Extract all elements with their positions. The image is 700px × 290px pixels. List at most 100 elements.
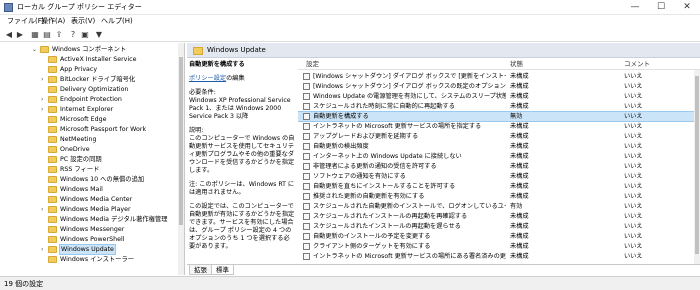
setting-comment: いいえ (624, 73, 643, 80)
chevron-right-icon[interactable]: › (41, 245, 43, 254)
setting-state: 未構成 (510, 103, 529, 110)
table-row[interactable]: 自動更新のインストールの予定を変更する 未構成 いいえ (298, 232, 694, 241)
table-row[interactable]: Windows Update の電源管理を有効にして、システムのスリープ状態を自… (298, 92, 694, 101)
tree-item-label: Windows Mail (60, 186, 103, 193)
edit-policy-link[interactable]: ポリシー設定 (189, 75, 226, 82)
setting-comment: いいえ (624, 93, 643, 100)
folder-icon (48, 246, 57, 253)
setting-comment: いいえ (624, 223, 643, 230)
table-row[interactable]: 自動更新の検出頻度 未構成 いいえ (298, 142, 694, 151)
chevron-right-icon[interactable]: › (41, 95, 43, 104)
tree-item-label: Endpoint Protection (60, 96, 122, 103)
filter-icon[interactable]: ▼ (94, 30, 104, 40)
setting-name: スケジュールされた時刻に常に自動的に再起動する (313, 103, 455, 110)
tree-item-label: Windows PowerShell (60, 236, 125, 243)
policy-setting-icon (303, 143, 310, 150)
edit-policy-suffix: の編集 (226, 75, 245, 82)
requirements-text: Windows XP Professional Service Pack 1、ま… (189, 97, 291, 120)
toolbar: ◀ ▶ ▦ ▤ ⇪ ? ▣ ▼ (0, 28, 700, 42)
column-header-setting[interactable]: 設定 (306, 58, 319, 70)
policy-setting-icon (303, 123, 310, 130)
tab-standard[interactable]: 標準 (211, 265, 234, 275)
setting-state: 未構成 (510, 173, 529, 180)
tree-item-label: NetMeeting (60, 136, 97, 143)
window-title: ローカル グループ ポリシー エディター (17, 3, 142, 11)
table-row[interactable]: クライアント側のターゲットを有効にする 未構成 いいえ (298, 242, 694, 251)
requirements-label: 必要条件: (189, 89, 216, 96)
scrollbar-thumb[interactable] (179, 57, 183, 225)
tree-scrollbar[interactable] (178, 43, 184, 275)
setting-state: 未構成 (510, 193, 529, 200)
table-row[interactable]: [Windows シャットダウン] ダイアログ ボックスの既定のオプションを [… (298, 82, 694, 91)
folder-icon (48, 116, 57, 123)
minimize-button[interactable]: — (622, 0, 648, 14)
properties-icon[interactable]: ▣ (80, 30, 90, 40)
setting-state: 未構成 (510, 223, 529, 230)
table-row[interactable]: 推奨された更新の自動更新を有効にする 未構成 いいえ (298, 192, 694, 201)
table-row-selected[interactable]: 自動更新を構成する 無効 いいえ (298, 111, 695, 122)
chevron-right-icon[interactable]: › (41, 205, 43, 214)
setting-state: 未構成 (510, 253, 529, 260)
table-row[interactable]: イントラネットの Microsoft 更新サービスの場所を指定する 未構成 いいえ (298, 122, 694, 131)
tree-item-label: Delivery Optimization (60, 86, 129, 93)
export-icon[interactable]: ⇪ (54, 30, 64, 40)
setting-name: 自動更新の検出頻度 (313, 143, 369, 150)
back-icon[interactable]: ◀ (4, 30, 14, 40)
menu-help[interactable]: ヘルプ(H) (98, 16, 136, 27)
table-row[interactable]: インターネット上の Windows Update に接続しない 未構成 いいえ (298, 152, 694, 161)
tree-item-label: Internet Explorer (60, 106, 114, 113)
tree-item-label: OneDrive (60, 146, 90, 153)
policy-setting-icon (303, 233, 310, 240)
table-row[interactable]: 自動更新を直ちにインストールすることを許可する 未構成 いいえ (298, 182, 694, 191)
folder-icon (48, 176, 57, 183)
chevron-right-icon[interactable]: › (41, 75, 43, 84)
policy-setting-icon (303, 193, 310, 200)
setting-name: イントラネットの Microsoft 更新サービスの場所にある署名済みの更新を許… (313, 253, 506, 260)
table-row[interactable]: スケジュールされた自動更新のインストールで、ログオンしているユーザーがいる場合に… (298, 202, 694, 211)
tree-item-label: Windows Messenger (60, 226, 125, 233)
table-row[interactable]: 非管理者による更新の通知の受信を許可する 未構成 いいえ (298, 162, 694, 171)
setting-name: Windows Update の電源管理を有効にして、システムのスリープ状態を自… (313, 93, 506, 100)
policy-setting-icon (303, 153, 310, 160)
table-row[interactable]: [Windows シャットダウン] ダイアログ ボックスで [更新をインストール… (298, 72, 694, 81)
list-icon[interactable]: ▤ (42, 30, 52, 40)
table-row[interactable]: ソフトウェアの通知を有効にする 未構成 いいえ (298, 172, 694, 181)
column-header-state[interactable]: 状態 (510, 58, 523, 70)
table-row[interactable]: スケジュールされた時刻に常に自動的に再起動する 未構成 いいえ (298, 102, 694, 111)
menu-view[interactable]: 表示(V) (68, 16, 98, 27)
folder-icon (48, 56, 57, 63)
setting-comment: いいえ (624, 253, 643, 260)
table-row[interactable]: スケジュールされたインストールの再起動を遅らせる 未構成 いいえ (298, 222, 694, 231)
policy-title: 自動更新を構成する (189, 61, 245, 68)
menu-action[interactable]: 操作(A) (38, 16, 68, 27)
folder-icon (48, 146, 57, 153)
tab-extended[interactable]: 拡張 (189, 265, 212, 275)
setting-state: 未構成 (510, 243, 529, 250)
folder-icon (40, 46, 49, 53)
forward-icon[interactable]: ▶ (15, 30, 25, 40)
setting-comment: いいえ (624, 173, 643, 180)
tree-item-label: Microsoft Edge (60, 116, 107, 123)
setting-name: イントラネットの Microsoft 更新サービスの場所を指定する (313, 123, 482, 130)
setting-name: クライアント側のターゲットを有効にする (313, 243, 431, 250)
scrollbar-thumb[interactable] (695, 76, 699, 254)
column-header-comment[interactable]: コメント (624, 58, 650, 70)
settings-list: 設定 状態 コメント [Windows シャットダウン] ダイアログ ボックスで… (298, 58, 700, 264)
chevron-right-icon[interactable]: › (41, 105, 43, 114)
tree-item-label: Windows インストーラー (60, 256, 135, 263)
chevron-down-icon[interactable]: ⌄ (32, 45, 37, 54)
help-icon[interactable]: ? (68, 30, 78, 40)
maximize-button[interactable]: ☐ (648, 0, 674, 14)
folder-icon[interactable]: ▦ (30, 30, 40, 40)
table-row[interactable]: スケジュールされたインストールの再起動を再確認する 未構成 いいえ (298, 212, 694, 221)
setting-comment: いいえ (624, 123, 643, 130)
table-row[interactable]: アップグレードおよび更新を延期する 未構成 いいえ (298, 132, 694, 141)
close-button[interactable]: ✕ (674, 0, 700, 14)
table-row[interactable]: イントラネットの Microsoft 更新サービスの場所にある署名済みの更新を許… (298, 252, 694, 261)
setting-state: 未構成 (510, 213, 529, 220)
view-tabs: 拡張 標準 (187, 264, 700, 275)
setting-name: インターネット上の Windows Update に接続しない (313, 153, 462, 160)
setting-name: 非管理者による更新の通知の受信を許可する (313, 163, 437, 170)
folder-icon (193, 47, 203, 55)
list-scrollbar[interactable] (694, 70, 700, 264)
